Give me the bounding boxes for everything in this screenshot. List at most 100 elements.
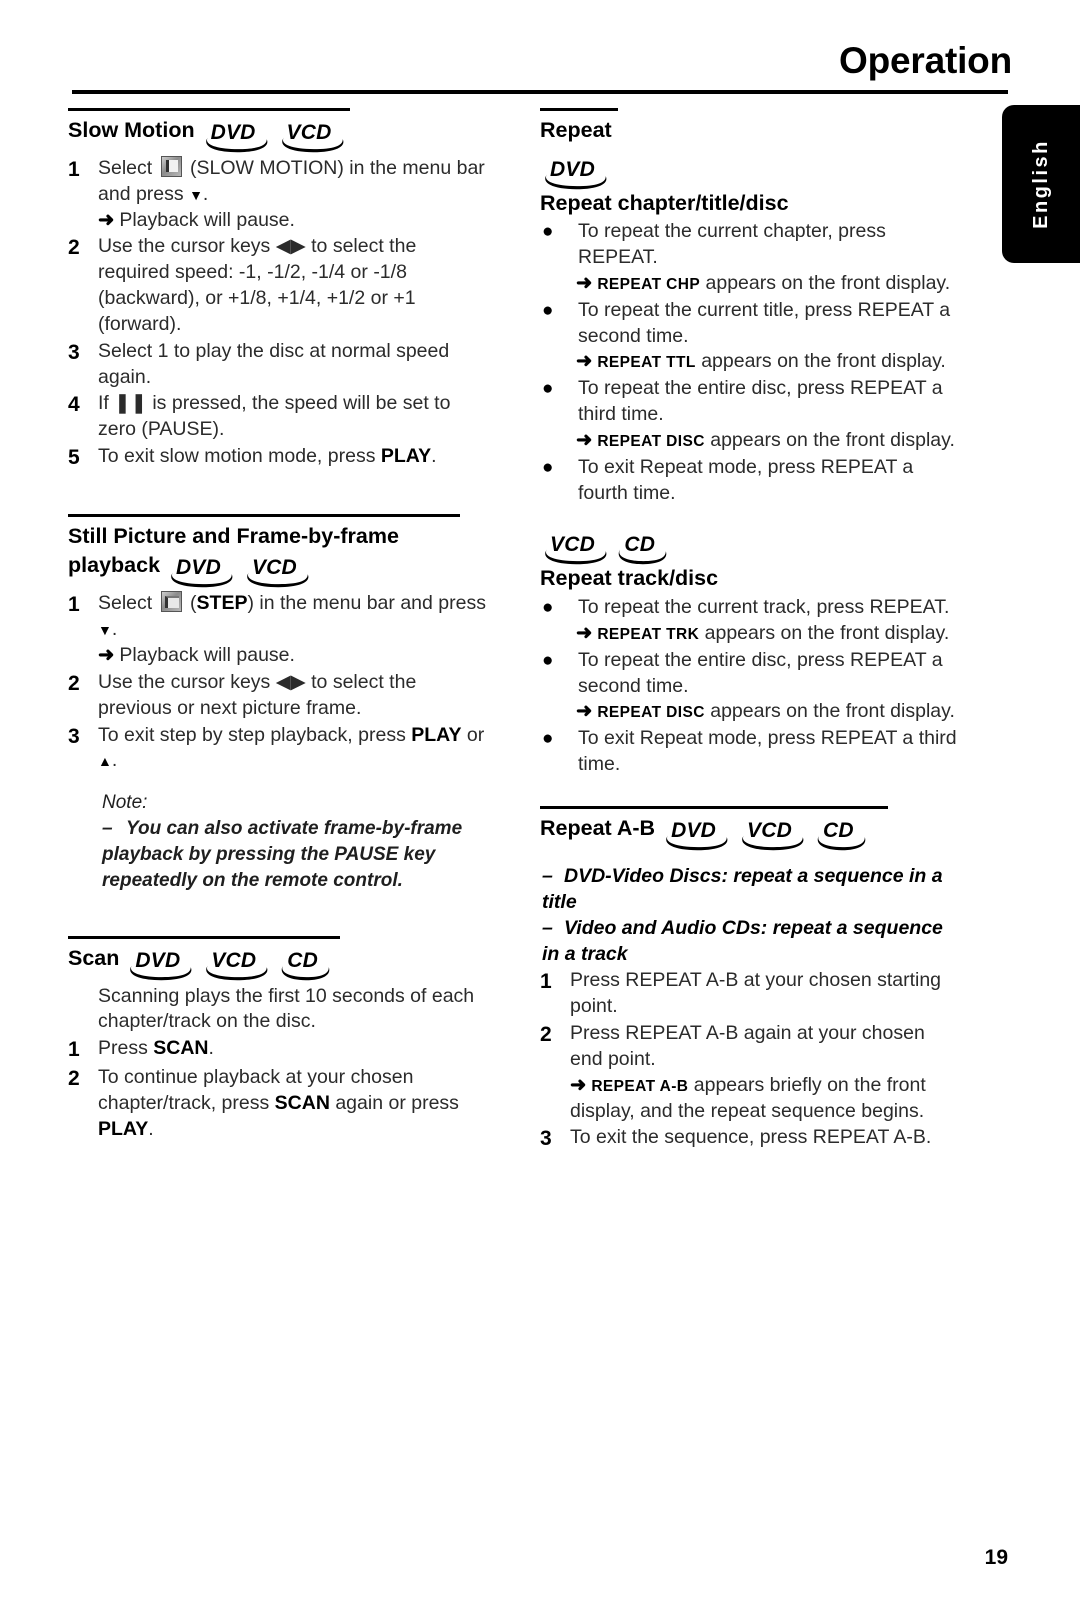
front-display-text: REPEAT A-B (591, 1077, 689, 1095)
step-item: 3 Select 1 to play the disc at normal sp… (68, 339, 488, 391)
step-number: 2 (68, 671, 80, 695)
repeat-track-disc-group: VCD CD Repeat track/disc ● To repeat the… (540, 534, 960, 777)
step-text: To exit the sequence, press REPEAT A-B. (570, 1126, 932, 1149)
arrow-note-text: appears on the front display. (704, 428, 955, 451)
note-text: You can also activate frame-by-frame pla… (102, 818, 463, 891)
arrow-icon: ➜ (576, 621, 593, 644)
left-column: Slow Motion DVD VCD 1 Select (SLOW MOTIO… (68, 108, 488, 1142)
disc-badge-dvd: DVD (204, 121, 268, 153)
step-text-end: . (111, 749, 118, 772)
note-body: – You can also activate frame-by-frame pl… (102, 818, 462, 891)
badge-label: DVD (176, 556, 221, 580)
arrow-note-text: appears on the front display. (704, 700, 955, 723)
header-divider (72, 90, 1008, 94)
section-rule (540, 108, 618, 111)
step-item: 3 To exit step by step playback, press P… (68, 723, 488, 775)
section-heading-repeat: Repeat (540, 118, 612, 142)
step-text-end: . (202, 182, 209, 205)
page-number: 19 (984, 1546, 1008, 1569)
step-text-post: ) in the menu bar and press (247, 592, 486, 615)
cursor-up-icon: ▲ (98, 753, 112, 770)
section-heading-slow-motion: Slow Motion DVD VCD (68, 116, 488, 153)
right-column: Repeat DVD Repeat chapter/title/disc ● T… (540, 108, 960, 1153)
badge-label: VCD (211, 948, 257, 972)
note-dash: – (102, 818, 113, 840)
key-label-play: PLAY (98, 1117, 149, 1140)
list-item-text: To repeat the entire disc, press REPEAT … (578, 377, 943, 426)
bullet-icon: ● (542, 728, 554, 750)
badge-label: DVD (210, 121, 256, 144)
disc-badge-cd: CD (617, 534, 667, 565)
front-display-text: REPEAT DISC (597, 432, 705, 450)
disc-badge-dvd: DVD (128, 950, 192, 980)
repeat-ab-dash-item: – DVD-Video Discs: repeat a sequence in a… (542, 863, 960, 915)
repeat-track-items: ● To repeat the current track, press REP… (540, 595, 960, 778)
dash-marker: – (542, 864, 553, 887)
subheading-repeat-chapter-title-disc: Repeat chapter/title/disc (540, 190, 789, 215)
section-repeat-ab: Repeat A-B DVD VCD CD (540, 805, 960, 851)
front-display-text: REPEAT CHP (597, 275, 701, 293)
badge-label: CD (822, 818, 854, 842)
list-item: ● To repeat the entire disc, press REPEA… (540, 648, 960, 700)
key-label-scan: SCAN (274, 1091, 330, 1114)
step-item: 1 Select (STEP) in the menu bar and pres… (68, 591, 488, 643)
step-text: Press REPEAT A-B again at your chosen en… (570, 1022, 925, 1070)
step-number: 3 (540, 1127, 552, 1151)
step-item: 2 Use the cursor keys ◀▶ to select the p… (68, 670, 488, 722)
step-number: 2 (68, 1066, 80, 1090)
bullet-icon: ● (542, 456, 554, 478)
list-item: ● To repeat the entire disc, press REPEA… (540, 376, 960, 428)
step-item: 2 Use the cursor keys ◀▶ to select the r… (68, 234, 488, 337)
step-text: To continue playback at your chosen chap… (98, 1065, 488, 1142)
arrow-icon: ➜ (576, 350, 593, 373)
step-text-mid: or (461, 723, 485, 746)
front-display-text: REPEAT TRK (597, 625, 700, 643)
arrow-note-text: Playback will pause. (119, 208, 295, 231)
step-number: 2 (540, 1023, 552, 1047)
heading-text-line2: playback (68, 553, 161, 578)
badge-label: CD (287, 948, 318, 972)
step-text: To exit step by step playback, press PLA… (98, 723, 488, 775)
step-text: Select (STEP) in the menu bar and press … (98, 591, 488, 643)
arrow-icon: ➜ (98, 644, 115, 667)
dash-marker: – (542, 917, 553, 940)
step-item: 5 To exit slow motion mode, press PLAY. (68, 444, 488, 472)
arrow-note-text: appears on the front display. (695, 350, 946, 373)
arrow-note: ➜ REPEAT DISC appears on the front displa… (576, 428, 960, 454)
arrow-icon: ➜ (98, 208, 115, 231)
bullet-icon: ● (542, 378, 554, 400)
step-text: Press REPEAT A-B at your chosen starting… (570, 969, 942, 1018)
section-heading-still-picture: Still Picture and Frame-by-frame playbac… (68, 522, 488, 588)
heading-text: Slow Motion (68, 118, 195, 142)
step-number: 5 (68, 446, 80, 470)
disc-badge-cd: CD (816, 818, 866, 851)
list-item: ● To exit Repeat mode, press REPEAT a th… (540, 726, 960, 778)
arrow-icon: ➜ (570, 1073, 587, 1096)
subheading-repeat-track-disc: Repeat track/disc (540, 566, 719, 591)
repeat-chapter-items: ● To repeat the current chapter, press R… (540, 219, 960, 506)
arrow-note: ➜ REPEAT DISC appears on the front displa… (576, 699, 960, 725)
bullet-icon: ● (542, 221, 554, 243)
step-text: Use the cursor keys ◀▶ to select the req… (98, 235, 417, 335)
arrow-note: ➜ Playback will pause. (98, 643, 488, 669)
arrow-note: ➜ REPEAT CHP appears on the front display… (576, 271, 960, 297)
step-text-end: . (431, 445, 437, 468)
step-item: 1 Press REPEAT A-B at your chosen starti… (540, 968, 960, 1020)
section-heading-scan: Scan DVD VCD CD (68, 944, 488, 980)
step-text: To exit slow motion mode, press PLAY. (98, 444, 488, 470)
arrow-note-text: Playback will pause. (119, 644, 295, 667)
step-item: 4 If ❚❚ is pressed, the speed will be se… (68, 391, 488, 443)
heading-text: Scan (68, 945, 120, 970)
badge-label: VCD (550, 533, 595, 557)
step-text: Press SCAN. (98, 1036, 488, 1062)
key-label-scan: SCAN (153, 1037, 209, 1060)
arrow-note: ➜ Playback will pause. (98, 208, 488, 234)
step-number: 4 (68, 393, 80, 417)
heading-text: Repeat A-B (540, 815, 656, 840)
list-item-text: To repeat the entire disc, press REPEAT … (578, 648, 943, 697)
front-display-text: REPEAT DISC (597, 704, 705, 722)
section-rule (68, 108, 350, 111)
